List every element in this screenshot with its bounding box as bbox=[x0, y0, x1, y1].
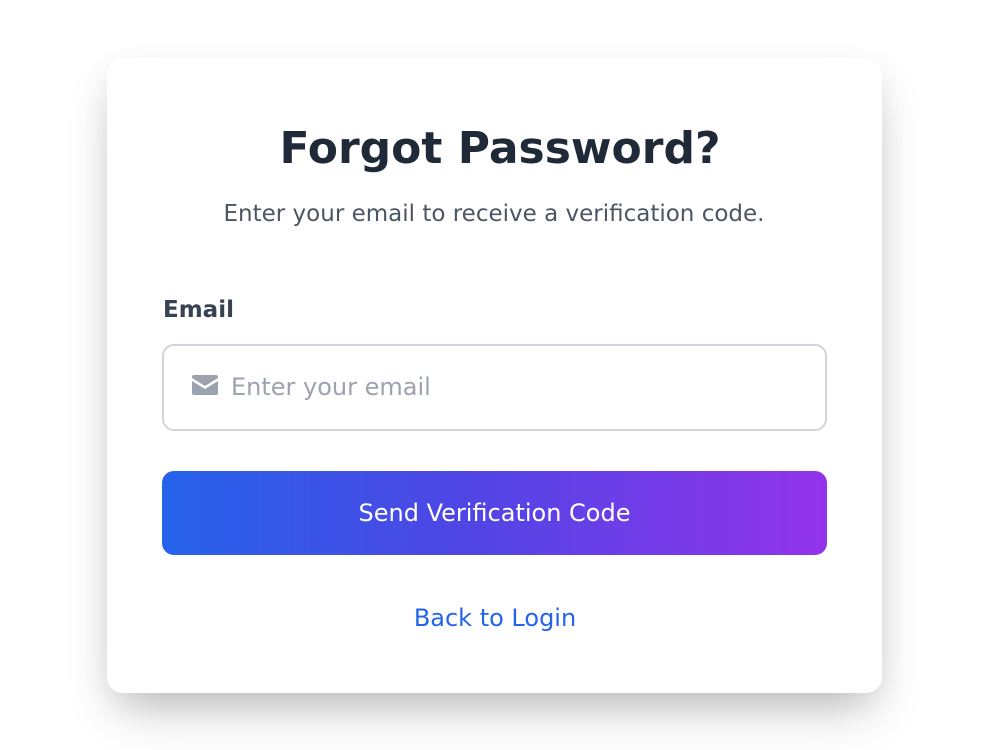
send-verification-code-button[interactable]: Send Verification Code bbox=[162, 471, 827, 555]
email-input[interactable] bbox=[231, 363, 801, 411]
envelope-icon bbox=[192, 375, 218, 395]
email-label: Email bbox=[163, 297, 234, 323]
email-field[interactable] bbox=[162, 344, 827, 431]
page-subtitle: Enter your email to receive a verificati… bbox=[223, 201, 765, 227]
page-title: Forgot Password? bbox=[279, 123, 721, 174]
page: Forgot Password? Enter your email to rec… bbox=[0, 0, 1000, 750]
back-to-login-link[interactable]: Back to Login bbox=[0, 602, 990, 634]
